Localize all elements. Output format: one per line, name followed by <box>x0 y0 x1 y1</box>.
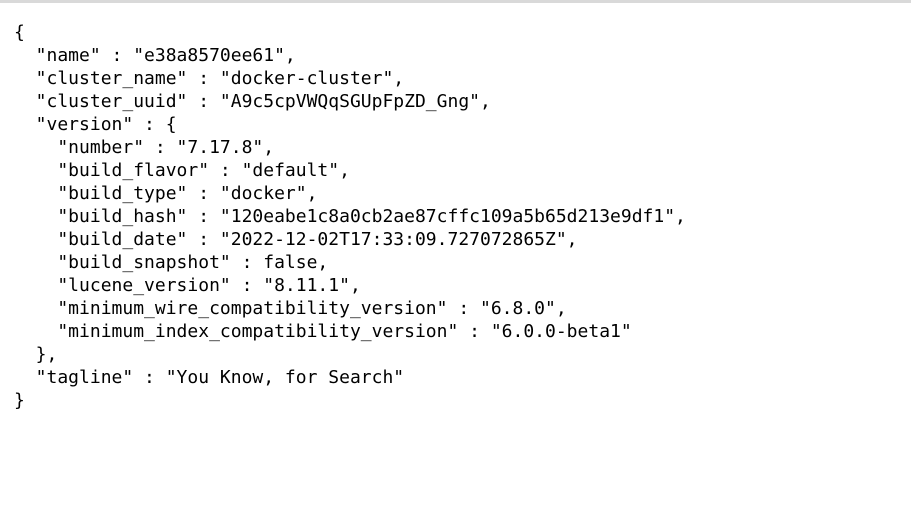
json-line: "minimum_index_compatibility_version" : … <box>14 321 632 342</box>
browser-top-edge <box>0 0 911 3</box>
json-line: "number" : "7.17.8", <box>14 137 275 158</box>
json-line: "build_hash" : "120eabe1c8a0cb2ae87cffc1… <box>14 206 686 227</box>
json-line: "build_date" : "2022-12-02T17:33:09.7270… <box>14 229 578 250</box>
json-line: "version" : { <box>14 114 177 135</box>
json-line: "build_type" : "docker", <box>14 183 318 204</box>
json-response-body: { "name" : "e38a8570ee61", "cluster_name… <box>14 21 686 412</box>
json-line: "cluster_uuid" : "A9c5cpVWQqSGUpFpZD_Gng… <box>14 91 491 112</box>
json-line: "minimum_wire_compatibility_version" : "… <box>14 298 567 319</box>
json-line: "tagline" : "You Know, for Search" <box>14 367 405 388</box>
json-line: "name" : "e38a8570ee61", <box>14 45 296 66</box>
json-line: } <box>14 390 25 411</box>
json-line: { <box>14 22 25 43</box>
json-line: "lucene_version" : "8.11.1", <box>14 275 361 296</box>
json-line: "build_snapshot" : false, <box>14 252 329 273</box>
json-line: "build_flavor" : "default", <box>14 160 350 181</box>
json-line: "cluster_name" : "docker-cluster", <box>14 68 405 89</box>
json-line: }, <box>14 344 58 365</box>
